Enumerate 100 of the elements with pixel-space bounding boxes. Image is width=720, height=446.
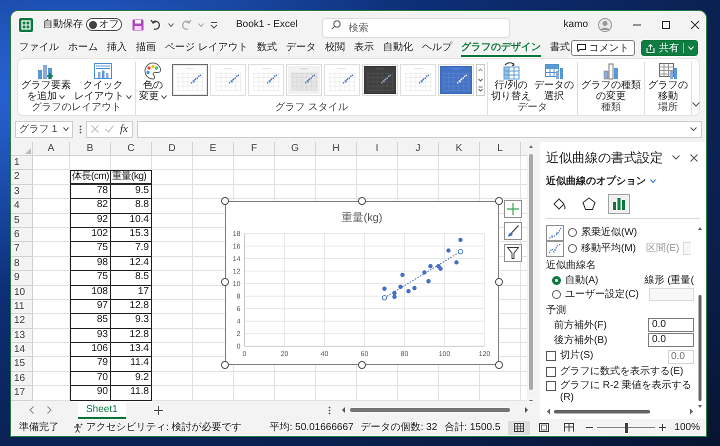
resize-handle[interactable] [221, 361, 229, 369]
trendline[interactable] [382, 249, 464, 300]
avatar-icon[interactable] [598, 18, 612, 32]
resize-handle[interactable] [495, 361, 503, 369]
row-header[interactable]: 7 [11, 242, 33, 257]
more-options-icon[interactable] [328, 406, 331, 414]
menu-tab[interactable]: 表示 [354, 40, 374, 56]
chart-filters-button[interactable] [504, 244, 522, 262]
ribbon-button[interactable]: データの 選択 [533, 62, 575, 102]
name-field[interactable] [648, 288, 694, 302]
name-box[interactable]: グラフ 1 [15, 120, 73, 138]
chevron-down-icon[interactable] [672, 155, 680, 160]
menu-tab[interactable]: 書式 [550, 40, 570, 56]
column-header[interactable]: C [111, 142, 152, 156]
zoom-in-icon[interactable] [659, 424, 666, 431]
ribbon-button[interactable]: グラフの 移動 [647, 62, 689, 102]
checkbox[interactable] [546, 381, 556, 391]
radio-button[interactable] [568, 228, 577, 238]
checkbox[interactable] [546, 351, 556, 361]
row-header[interactable]: 3 [11, 184, 33, 200]
column-header[interactable]: L [480, 142, 521, 156]
insert-function-button[interactable]: fx [120, 124, 128, 134]
ribbon-button[interactable]: 色の 変更 [138, 62, 168, 102]
spreadsheet-app-icon[interactable] [19, 18, 33, 32]
previous-sheet-icon[interactable] [29, 406, 34, 414]
row-header[interactable]: 16 [11, 372, 33, 386]
share-button[interactable]: 共有 [641, 40, 698, 56]
zoom-out-icon[interactable] [586, 424, 594, 431]
row-header[interactable]: 13 [11, 328, 33, 344]
save-icon[interactable] [132, 18, 144, 30]
row-header[interactable]: 9 [11, 271, 33, 286]
formula-field[interactable] [136, 120, 702, 138]
ribbon-button[interactable]: クイック レイアウト [73, 62, 133, 102]
accessibility-icon[interactable] [73, 422, 83, 432]
row-header[interactable]: 15 [11, 357, 33, 372]
close-icon[interactable] [690, 154, 698, 162]
row-header[interactable]: 2 [11, 170, 33, 185]
comment-button[interactable]: コメント [571, 40, 635, 56]
more-options-icon[interactable] [79, 124, 82, 134]
row-header[interactable]: 11 [11, 300, 33, 314]
menu-tab[interactable]: ヘルプ [422, 40, 452, 56]
menu-tab[interactable]: 数式 [256, 40, 277, 56]
row-header[interactable]: 4 [11, 199, 33, 214]
menu-tab[interactable]: 自動化 [382, 40, 413, 56]
column-header[interactable]: A [33, 142, 70, 156]
row-header[interactable]: 5 [11, 214, 33, 228]
resize-handle[interactable] [495, 278, 503, 286]
chart-style-thumbnail[interactable] [172, 64, 208, 96]
pane-vertical-scrollbar[interactable] [696, 224, 704, 410]
menu-tab[interactable]: 挿入 [107, 40, 127, 56]
customize-icon[interactable] [210, 20, 218, 28]
search-field[interactable]: 検索 [322, 18, 510, 38]
collapse-ribbon-icon[interactable] [692, 102, 700, 107]
ribbon-button[interactable]: グラフの種類 の変更 [580, 62, 642, 102]
resize-handle[interactable] [495, 197, 503, 205]
row-header[interactable]: 10 [11, 286, 33, 300]
row-header[interactable]: 14 [11, 343, 33, 358]
slider-thumb[interactable] [624, 422, 628, 432]
close-icon[interactable] [690, 20, 700, 30]
ribbon-button[interactable]: 行/列の 切り替え [490, 62, 532, 102]
menu-tab[interactable]: ファイル [19, 40, 59, 56]
column-header[interactable]: J [398, 142, 439, 156]
vertical-scrollbar[interactable] [527, 142, 535, 401]
column-header[interactable]: H [316, 142, 357, 156]
column-header[interactable]: F [234, 142, 275, 156]
column-header[interactable]: G [275, 142, 316, 156]
chart-styles-button[interactable] [504, 222, 522, 240]
period-field[interactable] [683, 242, 692, 256]
column-header[interactable]: D [152, 142, 193, 156]
number-field[interactable]: 0.0 [648, 318, 694, 332]
row-header[interactable]: 17 [11, 386, 33, 401]
column-header[interactable]: I [357, 142, 398, 156]
menu-tab[interactable]: データ [286, 40, 316, 56]
menu-tab[interactable]: 描画 [136, 40, 156, 56]
autosave-toggle[interactable]: オフ [86, 18, 122, 31]
checkbox[interactable] [546, 367, 556, 377]
column-header[interactable]: K [439, 142, 480, 156]
menu-tab[interactable]: 校閲 [324, 40, 345, 56]
pane-horizontal-scrollbar[interactable] [546, 407, 696, 416]
resize-handle[interactable] [221, 197, 229, 205]
next-sheet-icon[interactable] [47, 406, 52, 414]
options-dropdown[interactable]: 近似曲線のオプション [546, 174, 656, 188]
radio-button[interactable] [568, 244, 577, 254]
radio-button[interactable] [552, 276, 561, 286]
column-header[interactable]: B [70, 142, 111, 156]
maximize-icon[interactable] [661, 20, 671, 30]
gallery-scroll-drawing[interactable] [476, 64, 485, 96]
resize-handle[interactable] [358, 361, 366, 369]
resize-handle[interactable] [221, 278, 229, 286]
number-field[interactable]: 0.0 [648, 333, 694, 348]
row-header[interactable]: 12 [11, 314, 33, 329]
menu-tab[interactable]: ページ レイアウト [165, 40, 248, 56]
row-header[interactable]: 1 [11, 156, 33, 170]
undo-icon[interactable] [150, 18, 162, 30]
row-header[interactable]: 6 [11, 228, 33, 242]
expand-icon[interactable] [690, 127, 697, 131]
column-header[interactable]: E [193, 142, 234, 156]
zoom-slider[interactable] [597, 422, 656, 432]
ribbon-button[interactable]: グラフ要素 を追加 [20, 62, 72, 102]
menu-tab[interactable]: ホーム [68, 40, 98, 56]
